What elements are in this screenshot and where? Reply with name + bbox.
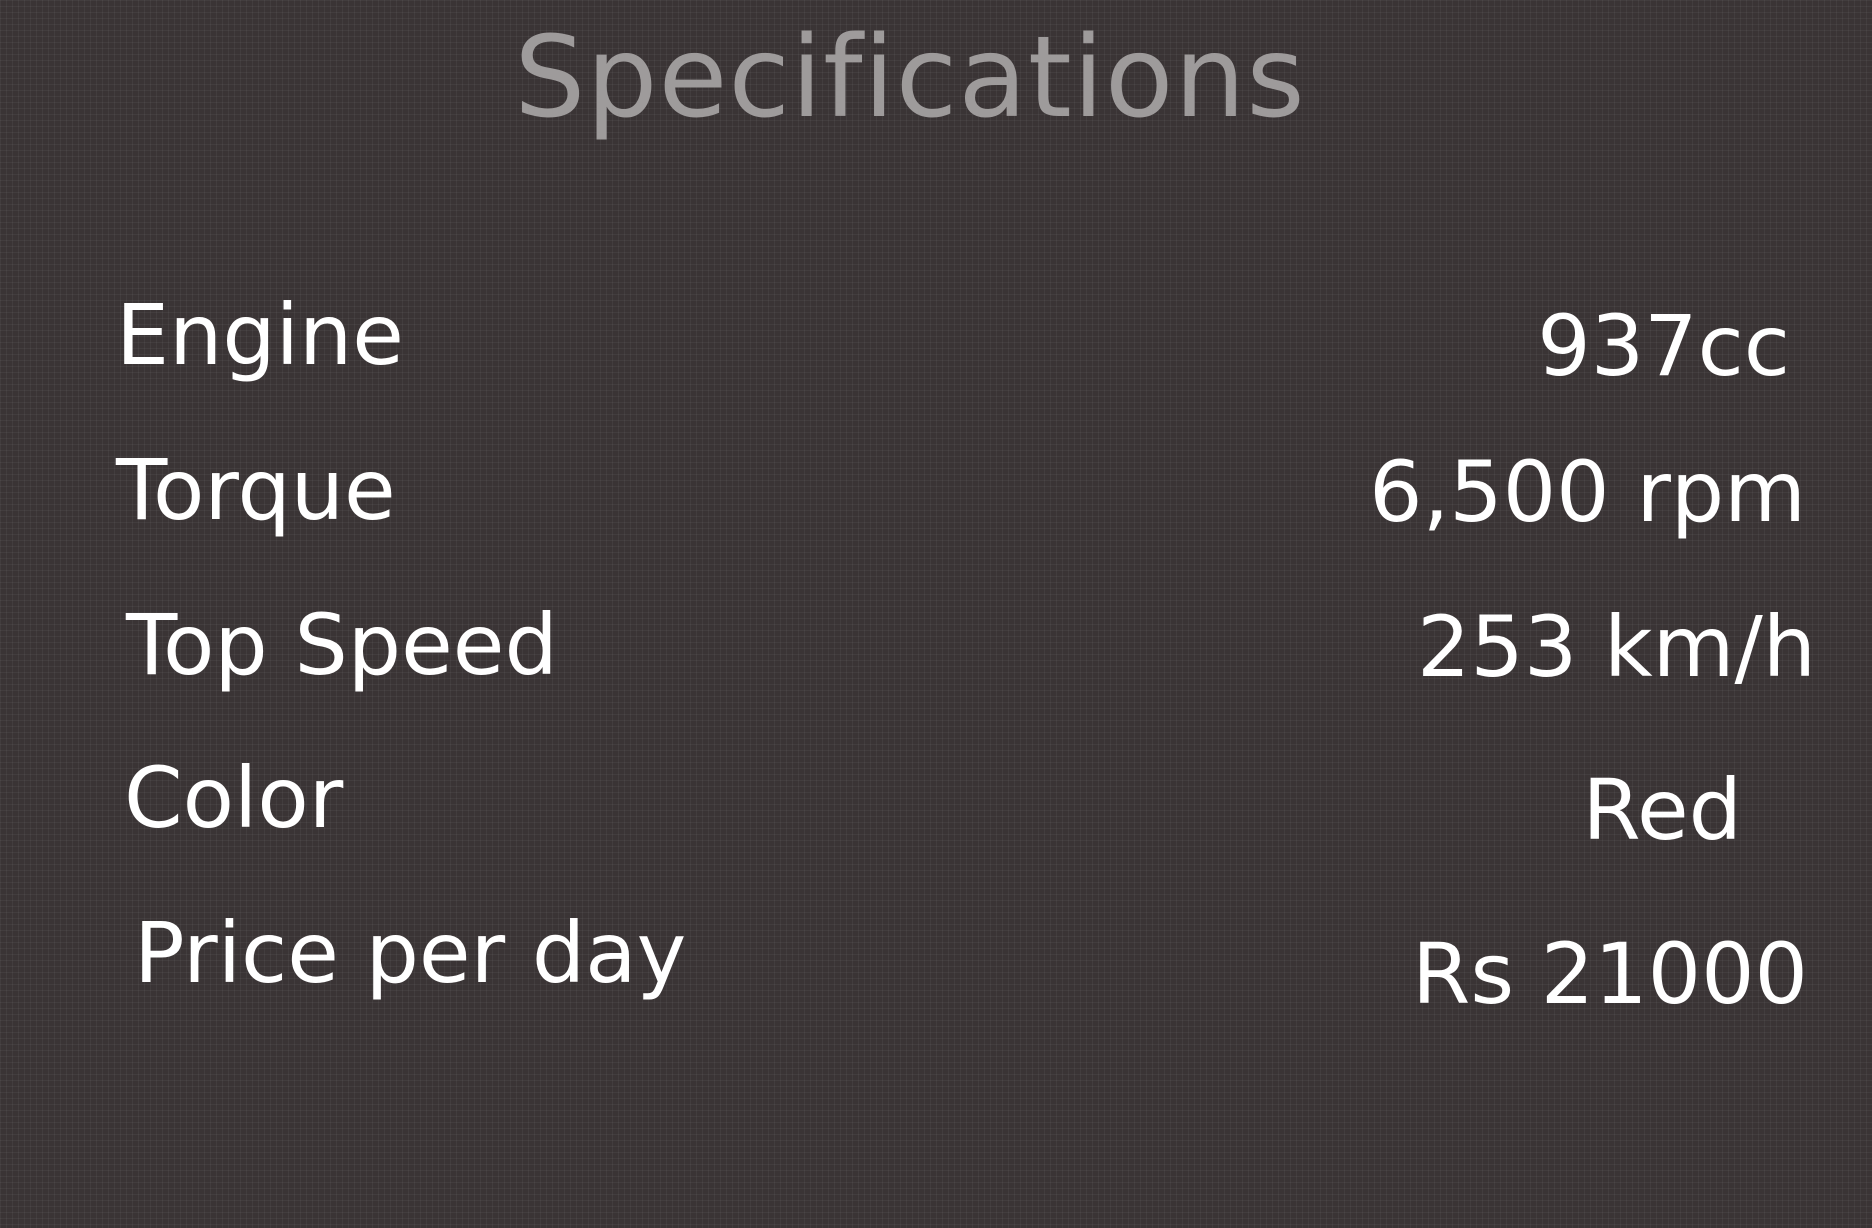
specifications-screen: Specifications Engine 937cc Torque 6,500… <box>0 0 1872 1228</box>
spec-value-torque: 6,500 rpm <box>1369 443 1806 541</box>
spec-value-top-speed: 253 km/h <box>1416 598 1816 696</box>
spec-value-engine: 937cc <box>1537 297 1790 395</box>
spec-label-torque: Torque <box>116 441 396 539</box>
spec-label-engine: Engine <box>116 286 404 384</box>
spec-value-price-per-day: Rs 21000 <box>1411 925 1808 1023</box>
page-title: Specifications <box>514 13 1306 143</box>
spec-label-top-speed: Top Speed <box>126 596 558 694</box>
spec-label-color: Color <box>124 749 344 847</box>
spec-label-price-per-day: Price per day <box>134 904 687 1002</box>
spec-value-color: Red <box>1582 761 1742 859</box>
